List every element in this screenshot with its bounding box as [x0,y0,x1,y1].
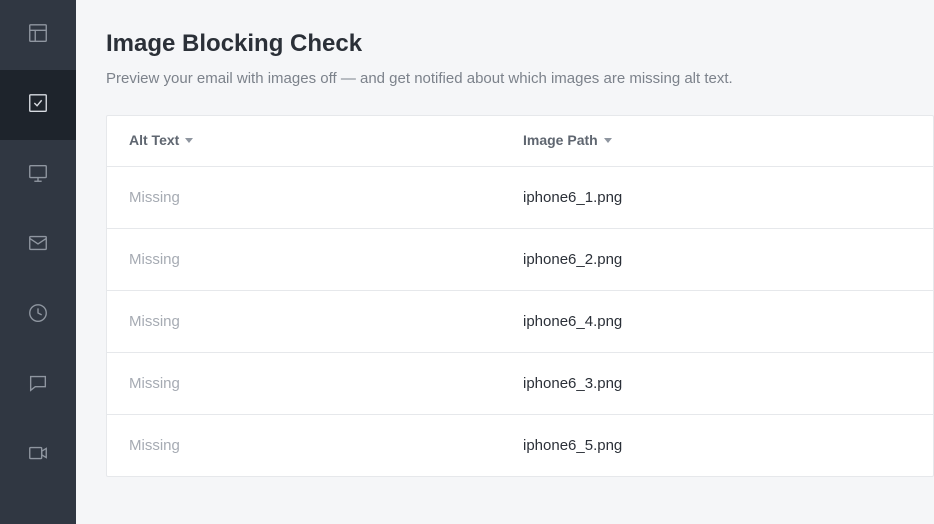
cell-alt-text: Missing [129,437,523,454]
cell-alt-text: Missing [129,375,523,392]
sidebar-item-desktop[interactable] [0,140,76,210]
video-icon [27,442,49,469]
caret-down-icon [604,138,612,143]
table-row: Missing iphone6_5.png [107,415,933,476]
sidebar-item-analytics[interactable] [0,280,76,350]
layout-icon [27,22,49,49]
main-content: Image Blocking Check Preview your email … [76,0,934,524]
cell-alt-text: Missing [129,313,523,330]
caret-down-icon [185,138,193,143]
comment-icon [27,372,49,399]
cell-image-path: iphone6_2.png [523,251,911,268]
sidebar [0,0,76,524]
sidebar-item-layout[interactable] [0,0,76,70]
table-row: Missing iphone6_2.png [107,229,933,291]
column-header-label: Image Path [523,132,598,148]
clock-icon [27,302,49,329]
table-row: Missing iphone6_3.png [107,353,933,415]
sidebar-item-mail[interactable] [0,210,76,280]
page-subtitle: Preview your email with images off — and… [106,70,934,87]
checkbox-icon [27,92,49,119]
cell-image-path: iphone6_4.png [523,313,911,330]
sidebar-item-video[interactable] [0,420,76,490]
cell-alt-text: Missing [129,251,523,268]
sidebar-item-comments[interactable] [0,350,76,420]
cell-alt-text: Missing [129,189,523,206]
sidebar-item-checklist[interactable] [0,70,76,140]
column-header-label: Alt Text [129,132,179,148]
cell-image-path: iphone6_1.png [523,189,911,206]
page-title: Image Blocking Check [106,30,934,58]
cell-image-path: iphone6_3.png [523,375,911,392]
column-header-image-path[interactable]: Image Path [523,132,612,148]
cell-image-path: iphone6_5.png [523,437,911,454]
mail-icon [27,232,49,259]
table-row: Missing iphone6_1.png [107,167,933,229]
column-header-alt-text[interactable]: Alt Text [129,132,193,148]
table-header-row: Alt Text Image Path [107,116,933,167]
monitor-icon [27,162,49,189]
alt-text-table: Alt Text Image Path Missing iphone6_1.pn… [106,115,934,477]
table-row: Missing iphone6_4.png [107,291,933,353]
